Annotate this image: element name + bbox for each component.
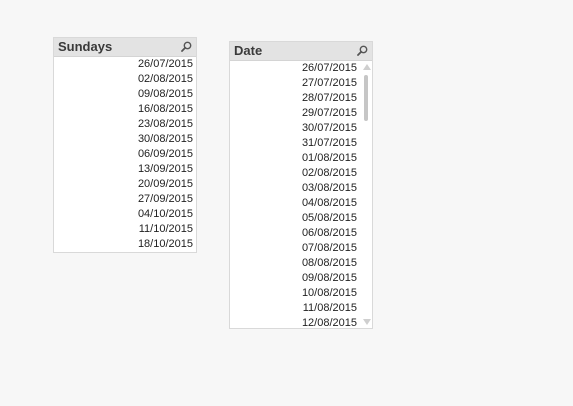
list-item[interactable]: 12/08/2015 — [230, 316, 360, 329]
search-icon[interactable] — [181, 41, 192, 52]
list-item[interactable]: 02/08/2015 — [230, 166, 360, 181]
list-item[interactable]: 01/08/2015 — [230, 151, 360, 166]
sundays-listbox-header[interactable]: Sundays — [54, 38, 196, 57]
list-item[interactable]: 04/10/2015 — [54, 207, 196, 222]
list-item[interactable]: 04/08/2015 — [230, 196, 360, 211]
list-item[interactable]: 20/09/2015 — [54, 177, 196, 192]
list-item[interactable]: 28/07/2015 — [230, 91, 360, 106]
list-item[interactable]: 26/07/2015 — [230, 61, 360, 76]
list-item[interactable]: 09/08/2015 — [230, 271, 360, 286]
list-item[interactable]: 27/09/2015 — [54, 192, 196, 207]
list-item[interactable]: 07/08/2015 — [230, 241, 360, 256]
list-item[interactable]: 02/08/2015 — [54, 72, 196, 87]
list-item[interactable]: 31/07/2015 — [230, 136, 360, 151]
list-item[interactable]: 30/08/2015 — [54, 132, 196, 147]
date-listbox-header[interactable]: Date — [230, 42, 372, 61]
sundays-list: 26/07/2015 02/08/2015 09/08/2015 16/08/2… — [54, 57, 196, 252]
list-item[interactable]: 10/08/2015 — [230, 286, 360, 301]
list-item[interactable]: 11/08/2015 — [230, 301, 360, 316]
list-item[interactable]: 09/08/2015 — [54, 87, 196, 102]
list-item[interactable]: 03/08/2015 — [230, 181, 360, 196]
list-item[interactable]: 05/08/2015 — [230, 211, 360, 226]
list-item[interactable]: 06/08/2015 — [230, 226, 360, 241]
sundays-listbox: Sundays 26/07/2015 02/08/2015 09/08/2015… — [53, 37, 197, 253]
list-item[interactable]: 30/07/2015 — [230, 121, 360, 136]
date-list: 26/07/2015 27/07/2015 28/07/2015 29/07/2… — [230, 61, 360, 329]
list-item[interactable]: 18/10/2015 — [54, 237, 196, 252]
list-item[interactable]: 08/08/2015 — [230, 256, 360, 271]
list-item[interactable]: 16/08/2015 — [54, 102, 196, 117]
list-item[interactable]: 11/10/2015 — [54, 222, 196, 237]
list-item[interactable]: 06/09/2015 — [54, 147, 196, 162]
search-icon[interactable] — [357, 45, 368, 56]
scroll-down-arrow-icon[interactable] — [363, 319, 371, 325]
date-listbox-title: Date — [234, 43, 263, 58]
list-item[interactable]: 13/09/2015 — [54, 162, 196, 177]
scroll-up-arrow-icon[interactable] — [363, 64, 371, 70]
list-item[interactable]: 23/08/2015 — [54, 117, 196, 132]
list-item[interactable]: 26/07/2015 — [54, 57, 196, 72]
date-listbox: Date 26/07/2015 27/07/2015 28/07/2015 29… — [229, 41, 373, 329]
sundays-listbox-title: Sundays — [58, 39, 113, 54]
list-item[interactable]: 29/07/2015 — [230, 106, 360, 121]
date-scrollbar[interactable] — [361, 61, 372, 328]
scrollbar-thumb[interactable] — [364, 75, 368, 121]
list-item[interactable]: 27/07/2015 — [230, 76, 360, 91]
